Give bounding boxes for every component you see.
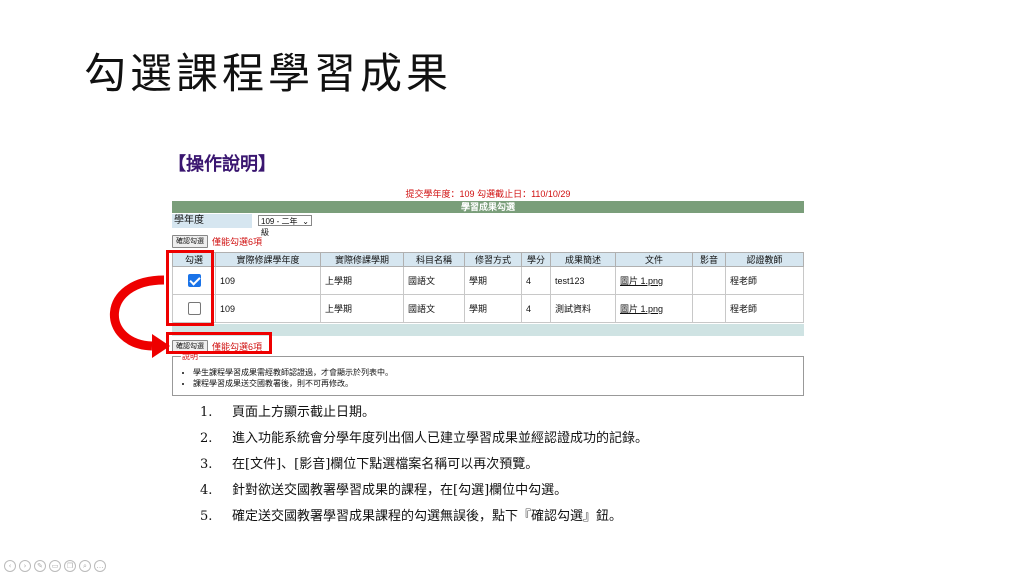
confirm-selection-button[interactable]: 確認勾選 (172, 234, 208, 248)
confirm-row-top: 確認勾選 僅能勾選6項 (172, 234, 262, 248)
col-header: 實際修課學年度 (215, 252, 321, 267)
notes-list: 學生課程學習成果需經教師認證過，才會顯示於列表中。 課程學習成果送交國教署後，則… (173, 367, 393, 389)
zoom-icon[interactable]: ⌕ (79, 560, 91, 572)
col-header: 認證教師 (725, 252, 804, 267)
slide-title: 勾選課程學習成果 (84, 49, 453, 98)
year-select[interactable]: 109 - 二年級 ⌄ (258, 215, 312, 237)
col-header: 成果簡述 (550, 252, 616, 267)
chevron-down-icon: ⌄ (302, 217, 309, 226)
col-header: 學分 (521, 252, 551, 267)
learning-results-table: 勾選 實際修課學年度 實際修課學期 科目名稱 修習方式 學分 成果簡述 文件 影… (172, 252, 804, 323)
list-item: 3. 在[文件]、[影音]欄位下點選檔案名稱可以再次預覽。 (200, 457, 539, 472)
more-icon[interactable]: … (94, 560, 106, 572)
pen-icon[interactable]: ✎ (34, 560, 46, 572)
video-cell (692, 294, 726, 323)
mode-cell: 學期 (464, 294, 522, 323)
file-cell: 圖片 1.png (615, 294, 693, 323)
subject-cell: 國語文 (403, 266, 465, 295)
subject-cell: 國語文 (403, 294, 465, 323)
slideshow-controls: ‹ › ✎ ▭ ❐ ⌕ … (4, 560, 106, 572)
file-link[interactable]: 圖片 1.png (620, 276, 663, 286)
curved-arrow-icon (110, 275, 170, 358)
year-row: 學年度 109 - 二年級 ⌄ (172, 214, 804, 237)
year-cell: 109 (215, 266, 321, 295)
credits-cell: 4 (521, 266, 551, 295)
list-item: 課程學習成果送交國教署後，則不可再修改。 (193, 378, 393, 389)
col-header: 影音 (692, 252, 726, 267)
mode-cell: 學期 (464, 266, 522, 295)
col-header: 修習方式 (464, 252, 522, 267)
file-link[interactable]: 圖片 1.png (620, 304, 663, 314)
instruction-steps: 1. 頁面上方顯示截止日期。 2. 進入功能系統會分學年度列出個人已建立學習成果並經… (200, 404, 648, 534)
summary-cell: 測試資料 (550, 294, 616, 323)
eraser-icon[interactable]: ▭ (49, 560, 61, 572)
copy-icon[interactable]: ❐ (64, 560, 76, 572)
next-icon[interactable]: › (19, 560, 31, 572)
notes-box: 說明 學生課程學習成果需經教師認證過，才會顯示於列表中。 課程學習成果送交國教署… (172, 351, 804, 396)
teacher-cell: 程老師 (725, 294, 804, 323)
year-cell: 109 (215, 294, 321, 323)
list-item: 5. 確定送交國教署學習成果課程的勾選無誤後，點下『確認勾選』鈕。 (200, 509, 623, 524)
col-header: 科目名稱 (403, 252, 465, 267)
year-select-value: 109 - 二年級 (261, 217, 298, 237)
list-item: 2. 進入功能系統會分學年度列出個人已建立學習成果並經認證成功的記錄。 (200, 431, 649, 446)
section-heading: 【操作說明】 (168, 154, 276, 175)
list-item: 1. 頁面上方顯示截止日期。 (200, 405, 376, 420)
summary-cell: test123 (550, 266, 616, 295)
col-header: 文件 (615, 252, 693, 267)
limit-note: 僅能勾選6項 (212, 236, 263, 247)
previous-icon[interactable]: ‹ (4, 560, 16, 572)
table-row: 109 上學期 國語文 學期 4 測試資料 圖片 1.png 程老師 (172, 294, 804, 323)
teacher-cell: 程老師 (725, 266, 804, 295)
table-header-row: 勾選 實際修課學年度 實際修課學期 科目名稱 修習方式 學分 成果簡述 文件 影… (172, 252, 804, 267)
col-header: 實際修課學期 (320, 252, 404, 267)
video-cell (692, 266, 726, 295)
list-item: 學生課程學習成果需經教師認證過，才會顯示於列表中。 (193, 367, 393, 378)
term-cell: 上學期 (320, 266, 404, 295)
list-item: 4. 針對欲送交國教署學習成果的課程，在[勾選]欄位中勾選。 (200, 483, 568, 498)
file-cell: 圖片 1.png (615, 266, 693, 295)
form-header-bar: 學習成果勾選 (172, 201, 804, 213)
confirm-highlight-box (166, 332, 272, 354)
table-row: 109 上學期 國語文 學期 4 test123 圖片 1.png 程老師 (172, 266, 804, 295)
term-cell: 上學期 (320, 294, 404, 323)
deadline-text: 提交學年度：109 勾選截止日：110/10/29 (405, 189, 571, 199)
year-label: 學年度 (172, 214, 252, 228)
credits-cell: 4 (521, 294, 551, 323)
